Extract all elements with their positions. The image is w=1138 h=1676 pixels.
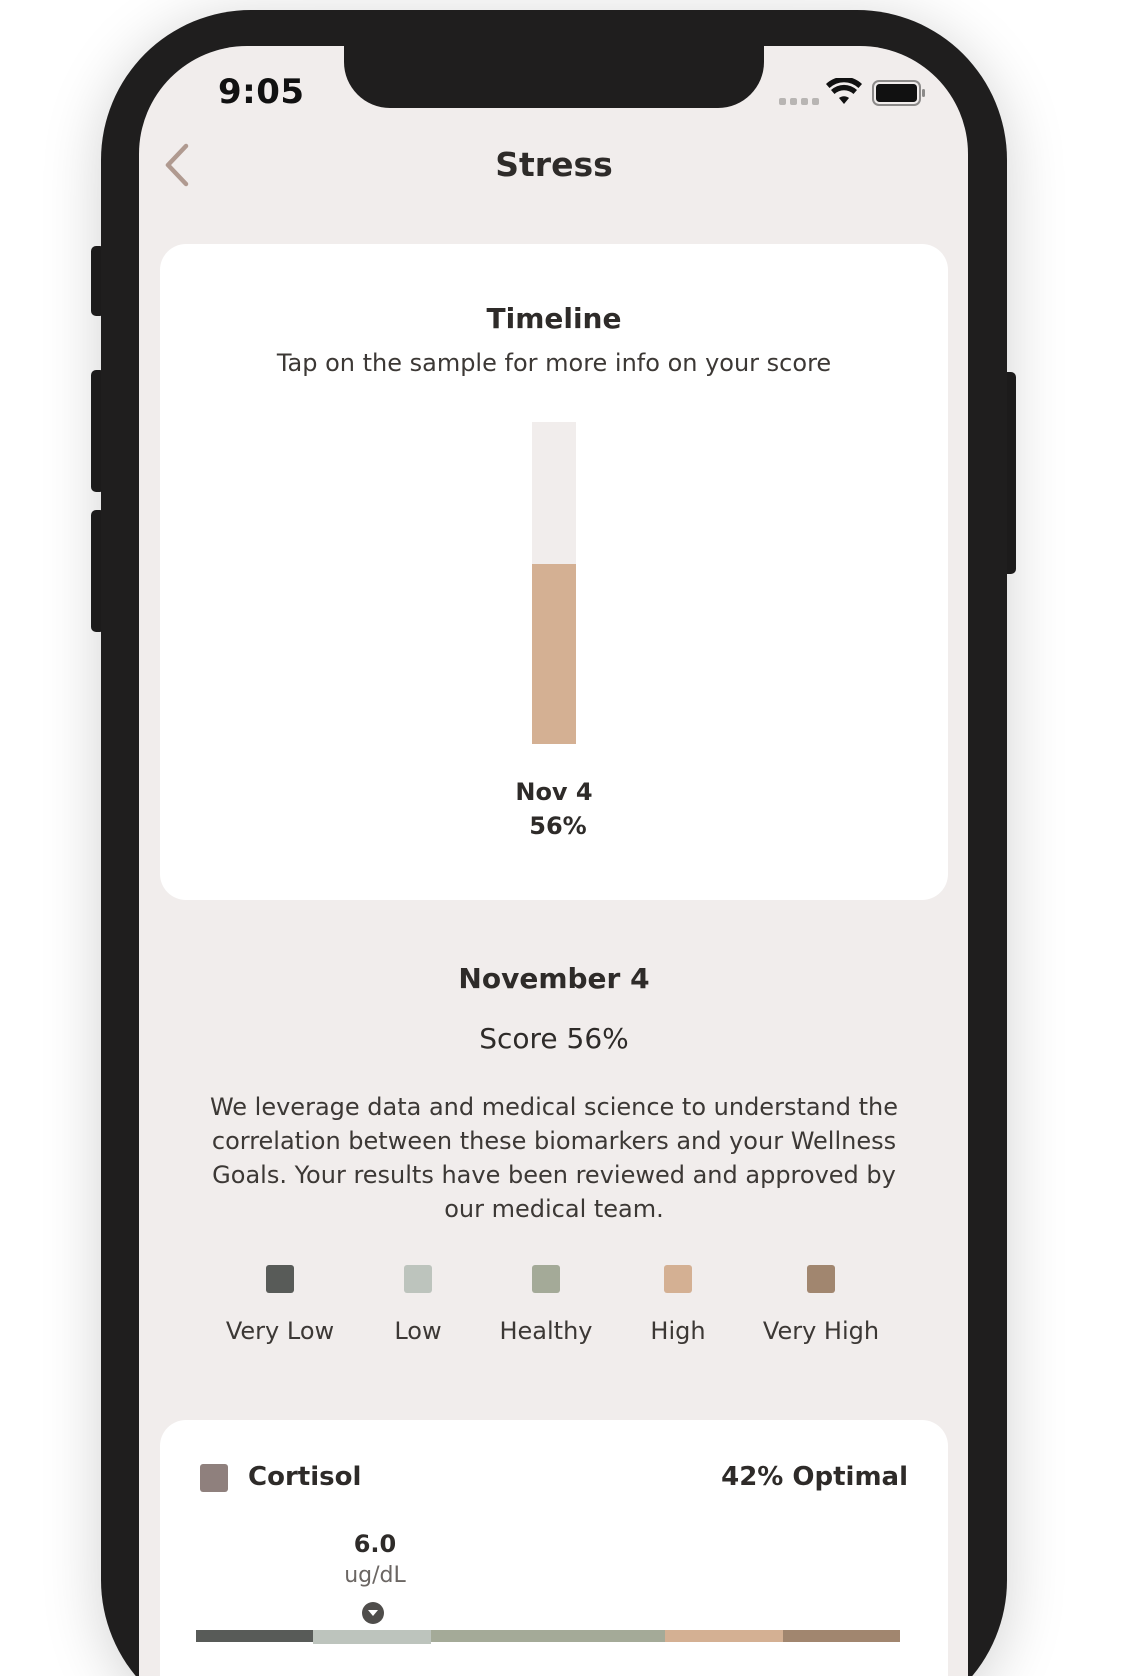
range-segment	[782, 1630, 900, 1642]
device-notch	[344, 46, 764, 108]
biomarker-swatch	[200, 1464, 228, 1492]
legend-item-very-high: Very High	[741, 1265, 901, 1345]
signal-dots-icon	[779, 98, 819, 105]
range-segment	[547, 1630, 666, 1642]
detail-score: Score 56%	[479, 1022, 629, 1055]
legend-label: High	[650, 1317, 706, 1345]
sample-bar[interactable]	[532, 422, 576, 744]
legend-swatch	[532, 1265, 560, 1293]
sample-date: Nov 4	[515, 778, 593, 806]
biomarker-name: Cortisol	[248, 1462, 362, 1492]
range-segment	[430, 1630, 548, 1642]
range-segment	[665, 1630, 783, 1642]
legend-swatch	[404, 1265, 432, 1293]
status-time: 9:05	[218, 72, 305, 112]
legend-label: Very High	[762, 1317, 880, 1345]
timeline-title: Timeline	[486, 302, 622, 335]
biomarker-value: 6.0	[353, 1530, 397, 1558]
detail-description: We leverage data and medical science to …	[209, 1093, 899, 1223]
sample-bar-fill	[532, 563, 576, 744]
timeline-subtitle: Tap on the sample for more info on your …	[276, 349, 832, 377]
biomarker-optimal: 42% Optimal	[721, 1462, 908, 1492]
sample-score: 56%	[529, 812, 587, 840]
legend-swatch	[266, 1265, 294, 1293]
legend-swatch	[664, 1265, 692, 1293]
biomarker-unit: ug/dL	[344, 1563, 406, 1588]
range-segment	[196, 1630, 314, 1642]
detail-date: November 4	[458, 962, 650, 995]
wifi-icon	[826, 78, 862, 104]
legend-item-high: High	[598, 1265, 758, 1345]
page-title: Stress	[495, 145, 613, 184]
range-segment	[313, 1630, 431, 1644]
timeline-card: Timeline Tap on the sample for more info…	[160, 244, 948, 900]
legend-item-very-low: Very Low	[200, 1265, 360, 1345]
battery-icon	[872, 80, 925, 106]
biomarker-range-bar	[196, 1630, 900, 1644]
legend-swatch	[807, 1265, 835, 1293]
biomarker-card[interactable]: Cortisol 42% Optimal 6.0 ug/dL	[160, 1420, 948, 1676]
caret-down-icon	[362, 1602, 384, 1624]
legend-label: Very Low	[225, 1317, 335, 1345]
